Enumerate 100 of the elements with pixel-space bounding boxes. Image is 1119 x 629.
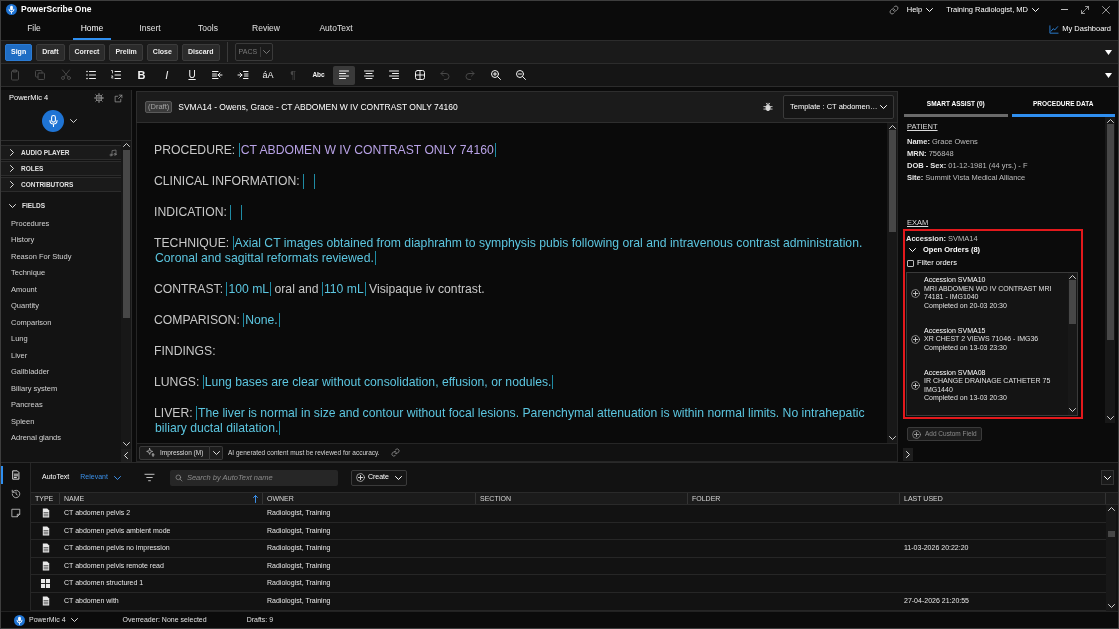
bug-icon[interactable] xyxy=(763,102,773,112)
chevron-up-icon xyxy=(1107,507,1115,511)
chevron-up-icon xyxy=(888,125,896,129)
chevron-down-icon xyxy=(880,105,887,109)
scrollbar-thumb[interactable] xyxy=(1106,124,1114,340)
report-field[interactable]: Axial CT images obtained from diaphrahm to symphysis pubis following oral and intravenous contrast administration. xyxy=(232,235,864,250)
document-icon xyxy=(41,525,50,536)
microphone-status-icon xyxy=(14,614,25,626)
expand-panel-button[interactable] xyxy=(903,448,913,461)
report-field[interactable]: biliary ductal dilatation. xyxy=(154,420,281,435)
menu-tab[interactable]: AutoText xyxy=(295,18,377,40)
gear-icon[interactable] xyxy=(94,93,104,103)
chevron-down-icon xyxy=(1032,7,1039,12)
music-note-icon xyxy=(109,148,117,157)
report-label: LIVER: xyxy=(154,405,193,420)
document-icon xyxy=(41,596,50,607)
app-title: PowerScribe One xyxy=(21,3,92,16)
empty-field[interactable] xyxy=(303,173,315,189)
report-label: CONTRAST: xyxy=(154,281,224,296)
menu-tab[interactable]: Tools xyxy=(179,18,237,40)
menu-tab[interactable]: Review xyxy=(237,18,295,40)
scrollbar-thumb[interactable] xyxy=(1069,280,1076,324)
filter-checkbox[interactable] xyxy=(907,259,914,267)
report-field[interactable]: 110 mL xyxy=(321,281,366,296)
report-field[interactable]: Lung bases are clear without consolidation, effusion, or nodules. xyxy=(202,374,554,389)
chevron-down-icon[interactable] xyxy=(70,119,77,123)
chevron-down-icon xyxy=(113,475,121,480)
report-label: TECHNIQUE: xyxy=(154,235,230,250)
caret-down-icon[interactable] xyxy=(1105,49,1112,55)
chevron-up-icon xyxy=(1069,275,1076,279)
change-case-button[interactable]: áA xyxy=(256,65,279,85)
collapse-sidebar-button[interactable] xyxy=(121,449,131,462)
grid-icon xyxy=(41,579,50,589)
plus-circle-icon[interactable] xyxy=(911,334,920,344)
plus-circle-icon xyxy=(912,429,921,439)
chevron-right-icon xyxy=(10,149,14,156)
bold-button[interactable]: B xyxy=(130,65,153,85)
caret-down-icon[interactable] xyxy=(1105,72,1112,78)
report-label: INDICATION: xyxy=(154,204,227,219)
history-icon xyxy=(11,489,21,499)
scrollbar[interactable] xyxy=(887,123,897,443)
report-field[interactable]: CT ABDOMEN W IV CONTRAST ONLY 74160 xyxy=(238,142,496,157)
chart-icon xyxy=(1049,24,1060,34)
close-icon[interactable] xyxy=(1102,5,1110,14)
collapse-panel-button[interactable] xyxy=(1101,470,1114,485)
chevron-right-icon xyxy=(10,181,14,188)
report-field[interactable]: 100 mL xyxy=(226,281,272,296)
report-field[interactable]: None. xyxy=(243,312,280,327)
chevron-up-icon xyxy=(122,143,130,147)
filter-icon[interactable] xyxy=(143,473,155,482)
plus-circle-icon[interactable] xyxy=(911,288,920,298)
microphone-icon xyxy=(48,115,58,127)
scrollbar[interactable] xyxy=(1068,273,1077,415)
scrollbar-thumb[interactable] xyxy=(122,150,130,318)
chevron-down-icon xyxy=(888,436,896,440)
italic-button[interactable]: I xyxy=(155,65,178,85)
link-icon[interactable] xyxy=(888,4,899,15)
report-field[interactable]: Coronal and sagittal reformats reviewed. xyxy=(154,250,376,265)
scrollbar-thumb[interactable] xyxy=(888,130,896,232)
search-icon xyxy=(174,473,183,482)
restore-icon[interactable] xyxy=(1081,5,1089,14)
chevron-down-icon xyxy=(122,442,130,446)
scrollbar[interactable] xyxy=(121,141,131,449)
plus-circle-icon[interactable] xyxy=(911,381,920,390)
chevron-down-icon xyxy=(263,50,271,54)
sparkle-icon xyxy=(146,448,155,457)
report-label: FINDINGS: xyxy=(154,343,216,358)
underline-button[interactable]: U xyxy=(181,65,204,85)
link-icon[interactable] xyxy=(390,448,400,457)
impression-menu-button[interactable] xyxy=(210,445,223,460)
chevron-down-icon xyxy=(394,475,402,480)
report-text: oral and xyxy=(274,281,319,296)
plus-circle-icon xyxy=(355,473,365,482)
menu-tab[interactable]: Insert xyxy=(121,18,179,40)
align-left-button[interactable] xyxy=(332,65,355,85)
report-text: Visipaque iv contrast. xyxy=(369,281,485,296)
chevron-right-icon xyxy=(10,165,14,172)
chevron-down-icon xyxy=(212,450,220,455)
report-label: LUNGS: xyxy=(154,374,200,389)
chevron-left-icon xyxy=(124,452,128,459)
chevron-down-icon xyxy=(1069,408,1076,412)
scrollbar[interactable] xyxy=(1105,117,1115,423)
chevron-down-icon xyxy=(1107,604,1115,608)
chevron-down-icon xyxy=(70,618,78,622)
report-label: CLINICAL INFORMATION: xyxy=(154,173,300,188)
document-lines-icon xyxy=(11,470,21,480)
scrollbar[interactable] xyxy=(1106,505,1116,611)
report-field[interactable]: The liver is normal in size and contour without focal lesions. Parenchymal attenuation is within normal limits. No intrahepatic xyxy=(196,405,866,420)
report-title: SVMA14 - Owens, Grace - CT ABDOMEN W IV CONTRAST ONLY 74160 xyxy=(178,100,458,114)
document-icon xyxy=(41,508,50,519)
chevron-down-icon xyxy=(926,7,934,12)
popout-icon[interactable] xyxy=(114,93,123,103)
menu-tab[interactable]: File xyxy=(5,18,63,40)
chevron-up-icon xyxy=(1106,119,1114,123)
microphone-button[interactable] xyxy=(42,110,64,132)
empty-field[interactable] xyxy=(230,204,243,220)
chevron-down-icon xyxy=(909,248,916,252)
scrollbar-thumb[interactable] xyxy=(1107,531,1115,537)
document-icon xyxy=(41,543,50,554)
chevron-right-icon xyxy=(906,451,910,458)
